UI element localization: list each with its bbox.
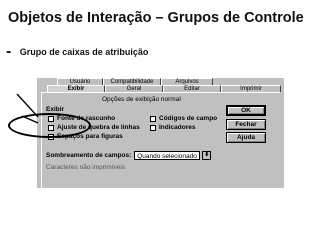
pointer-lines-icon [16,93,39,124]
slide: Objetos de Interação – Grupos de Control… [0,0,320,240]
